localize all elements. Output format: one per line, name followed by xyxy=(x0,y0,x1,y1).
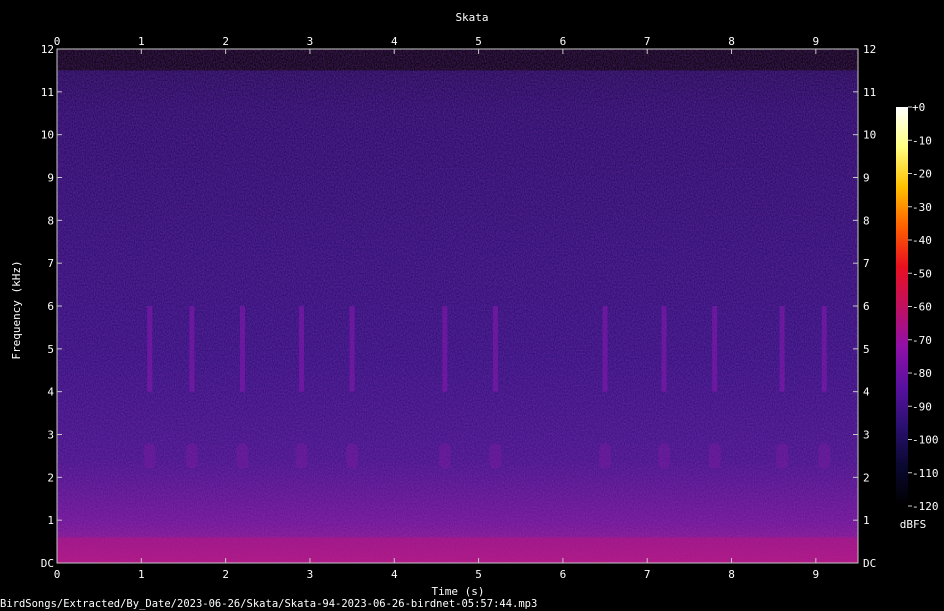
low-frequency-band xyxy=(57,537,858,563)
x-tick-label-bottom: 7 xyxy=(644,568,651,581)
call-mark xyxy=(299,306,305,392)
y-tick-label-left: 1 xyxy=(47,514,54,527)
y-tick-label-right: 12 xyxy=(863,43,876,56)
call-mark xyxy=(712,306,718,392)
y-tick-label-left: DC xyxy=(41,557,54,570)
x-tick-label-top: 8 xyxy=(728,35,735,48)
call-harmonic-mark xyxy=(658,443,671,469)
colorbar-tick-label: -90 xyxy=(912,400,932,413)
x-tick-label-bottom: 2 xyxy=(222,568,229,581)
colorbar-tick-label: +0 xyxy=(912,101,925,114)
y-tick-label-right: 8 xyxy=(863,214,870,227)
x-tick-label-top: 5 xyxy=(475,35,482,48)
call-harmonic-mark xyxy=(295,443,308,469)
y-tick-label-right: 6 xyxy=(863,300,870,313)
y-axis-label: Frequency (kHz) xyxy=(10,260,23,359)
x-tick-label-bottom: 6 xyxy=(560,568,567,581)
x-tick-label-bottom: 1 xyxy=(138,568,145,581)
colorbar-tick-label: -30 xyxy=(912,201,932,214)
y-tick-label-right: 10 xyxy=(863,129,876,142)
call-mark xyxy=(349,306,355,392)
colorbar xyxy=(896,107,908,506)
y-tick-label-left: 11 xyxy=(41,86,54,99)
x-tick-label-top: 0 xyxy=(54,35,61,48)
y-tick-label-left: 3 xyxy=(47,429,54,442)
call-harmonic-mark xyxy=(438,443,451,469)
x-tick-label-top: 3 xyxy=(307,35,314,48)
x-tick-label-top: 4 xyxy=(391,35,398,48)
x-axis-label: Time (s) xyxy=(432,585,485,598)
colorbar-tick-label: -100 xyxy=(912,434,939,447)
call-harmonic-mark xyxy=(143,443,156,469)
call-harmonic-mark xyxy=(818,443,831,469)
y-tick-label-right: 2 xyxy=(863,471,870,484)
x-tick-label-top: 9 xyxy=(813,35,820,48)
y-tick-label-left: 9 xyxy=(47,172,54,185)
call-mark xyxy=(661,306,667,392)
y-tick-label-right: 4 xyxy=(863,386,870,399)
call-mark xyxy=(821,306,827,392)
colorbar-tick-label: -60 xyxy=(912,301,932,314)
colorbar-tick-label: -40 xyxy=(912,234,932,247)
y-tick-label-left: 5 xyxy=(47,343,54,356)
x-tick-label-bottom: 0 xyxy=(54,568,61,581)
colorbar-tick-label: -50 xyxy=(912,267,932,280)
call-harmonic-mark xyxy=(489,443,502,469)
y-tick-label-left: 10 xyxy=(41,129,54,142)
call-harmonic-mark xyxy=(599,443,612,469)
call-mark xyxy=(442,306,448,392)
y-tick-label-left: 6 xyxy=(47,300,54,313)
call-mark xyxy=(189,306,195,392)
y-tick-label-right: 7 xyxy=(863,257,870,270)
colorbar-tick-label: -110 xyxy=(912,467,939,480)
y-tick-label-left: 4 xyxy=(47,386,54,399)
y-tick-label-right: 1 xyxy=(863,514,870,527)
y-tick-label-right: 9 xyxy=(863,172,870,185)
colorbar-tick-label: -120 xyxy=(912,500,939,513)
y-tick-label-left: 8 xyxy=(47,214,54,227)
y-tick-label-right: 3 xyxy=(863,429,870,442)
x-tick-label-top: 6 xyxy=(560,35,567,48)
x-tick-label-bottom: 4 xyxy=(391,568,398,581)
plot-area xyxy=(57,49,858,563)
y-tick-label-left: 12 xyxy=(41,43,54,56)
x-tick-label-top: 7 xyxy=(644,35,651,48)
y-tick-label-right: 11 xyxy=(863,86,876,99)
x-tick-label-bottom: 8 xyxy=(728,568,735,581)
x-tick-label-bottom: 3 xyxy=(307,568,314,581)
call-harmonic-mark xyxy=(236,443,249,469)
file-caption: BirdSongs/Extracted/By_Date/2023-06-26/S… xyxy=(0,598,537,610)
y-tick-label-left: 7 xyxy=(47,257,54,270)
spectrogram-chart: Skata 0123456789 0123456789 DC1234567891… xyxy=(0,11,939,610)
call-mark xyxy=(239,306,245,392)
colorbar-ticks: +0 -10 -20 -30 -40 -50 -60 -70 -80 -90 -100 -110 -12… xyxy=(908,101,939,513)
spectrogram-noise xyxy=(57,49,858,563)
colorbar-tick-label: -20 xyxy=(912,168,932,181)
chart-title: Skata xyxy=(455,11,488,24)
colorbar-tick-label: -10 xyxy=(912,134,932,147)
x-tick-label-top: 2 xyxy=(222,35,229,48)
colorbar-tick-label: -80 xyxy=(912,367,932,380)
call-mark xyxy=(492,306,498,392)
x-tick-label-top: 1 xyxy=(138,35,145,48)
x-tick-label-bottom: 5 xyxy=(475,568,482,581)
call-harmonic-mark xyxy=(708,443,721,469)
call-harmonic-mark xyxy=(776,443,789,469)
call-harmonic-mark xyxy=(185,443,198,469)
colorbar-label: dBFS xyxy=(900,518,927,531)
call-mark xyxy=(147,306,153,392)
call-mark xyxy=(602,306,608,392)
y-tick-label-right: DC xyxy=(863,557,876,570)
colorbar-tick-label: -70 xyxy=(912,334,932,347)
y-tick-label-left: 2 xyxy=(47,471,54,484)
x-tick-label-bottom: 9 xyxy=(813,568,820,581)
y-tick-label-right: 5 xyxy=(863,343,870,356)
call-harmonic-mark xyxy=(346,443,359,469)
call-mark xyxy=(779,306,785,392)
